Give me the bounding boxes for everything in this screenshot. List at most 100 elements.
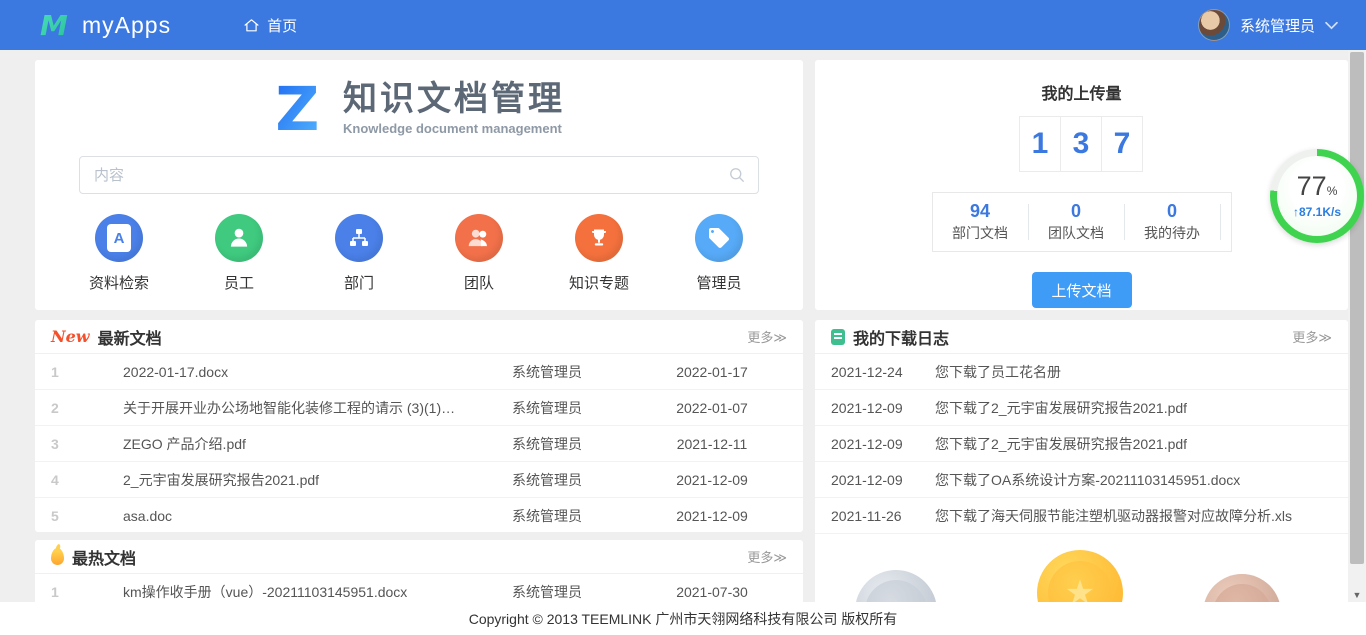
list-item[interactable]: 2021-12-24 您下载了员工花名册 [815, 354, 1348, 390]
nav-home-label: 首页 [267, 15, 297, 36]
list-item[interactable]: 2021-12-09 您下载了2_元宇宙发展研究报告2021.pdf [815, 390, 1348, 426]
log-date: 2021-12-09 [831, 472, 917, 488]
hot-docs-more-link[interactable]: 更多≫ [747, 547, 787, 566]
row-number: 1 [51, 364, 81, 380]
log-date: 2021-11-26 [831, 508, 917, 524]
vertical-scrollbar[interactable]: ▼ [1348, 50, 1366, 602]
download-log-card: 我的下载日志 更多≫ 2021-12-24 您下载了员工花名册 2021-12-… [815, 320, 1348, 530]
page-title: 知识文档管理 [343, 80, 565, 118]
doc-date: 2022-01-07 [637, 400, 787, 416]
doc-title[interactable]: ZEGO 产品介绍.pdf [123, 434, 457, 454]
log-text[interactable]: 您下载了2_元宇宙发展研究报告2021.pdf [935, 398, 1187, 418]
nav-home[interactable]: 首页 [233, 0, 307, 50]
doc-author: 系统管理员 [457, 582, 637, 602]
doc-author: 系统管理员 [457, 398, 637, 418]
stat-my-todos[interactable]: 0 我的待办 [1125, 201, 1220, 243]
stat-team-docs[interactable]: 0 团队文档 [1029, 201, 1124, 243]
upload-counter: 1 3 7 [815, 116, 1348, 172]
shortcut-team[interactable]: 团队 [431, 214, 527, 293]
doc-title[interactable]: asa.doc [123, 508, 457, 524]
latest-docs-more-link[interactable]: 更多≫ [747, 327, 787, 346]
footer: Copyright © 2013 TEEMLINK 广州市天翎网络科技有限公司 … [0, 602, 1366, 635]
table-row[interactable]: 5 asa.doc 系统管理员 2021-12-09 [35, 498, 803, 534]
stat-label: 部门文档 [933, 223, 1028, 243]
shortcut-doc-search[interactable]: A 资料检索 [71, 214, 167, 293]
user-menu[interactable]: 系统管理员 [1198, 9, 1338, 41]
counter-digit: 1 [1019, 116, 1061, 172]
table-row[interactable]: 3 ZEGO 产品介绍.pdf 系统管理员 2021-12-11 [35, 426, 803, 462]
doc-letter: A [107, 224, 131, 252]
stat-value: 0 [1125, 201, 1220, 221]
shortcut-employee[interactable]: 员工 [191, 214, 287, 293]
log-date: 2021-12-24 [831, 364, 917, 380]
doc-date: 2021-12-09 [637, 472, 787, 488]
department-icon [335, 214, 383, 262]
doc-date: 2021-07-30 [637, 584, 787, 600]
row-number: 3 [51, 436, 81, 452]
employee-icon [215, 214, 263, 262]
table-row[interactable]: 4 2_元宇宙发展研究报告2021.pdf 系统管理员 2021-12-09 [35, 462, 803, 498]
table-row[interactable]: 1 2022-01-17.docx 系统管理员 2022-01-17 [35, 354, 803, 390]
doc-author: 系统管理员 [457, 506, 637, 526]
stat-dept-docs[interactable]: 94 部门文档 [933, 201, 1028, 243]
doc-author: 系统管理员 [457, 470, 637, 490]
z-logo-icon: Z [273, 78, 329, 140]
knowledge-hero-card: Z 知识文档管理 Knowledge document management A… [35, 60, 803, 310]
doc-author: 系统管理员 [457, 362, 637, 382]
tag-icon [695, 214, 743, 262]
list-item[interactable]: 2021-11-26 您下载了海天伺服节能注塑机驱动器报警对应故障分析.xls [815, 498, 1348, 534]
user-avatar[interactable] [1198, 9, 1230, 41]
page-subtitle: Knowledge document management [343, 121, 565, 136]
team-icon [455, 214, 503, 262]
row-number: 1 [51, 584, 81, 600]
stat-value: 0 [1029, 201, 1124, 221]
home-icon [243, 17, 260, 34]
download-log-more-link[interactable]: 更多≫ [1292, 327, 1332, 346]
latest-docs-card: New 最新文档 更多≫ 1 2022-01-17.docx 系统管理员 202… [35, 320, 803, 532]
search-icon[interactable] [727, 165, 747, 185]
upload-progress-widget[interactable]: 77% ↑87.1K/s [1270, 149, 1364, 243]
shortcut-admin[interactable]: 管理员 [671, 214, 767, 293]
shortcut-label: 管理员 [671, 272, 767, 293]
table-row[interactable]: 2 关于开展开业办公场地智能化装修工程的请示 (3)(1).docx 系统管理员… [35, 390, 803, 426]
svg-text:M: M [40, 10, 68, 40]
list-item[interactable]: 2021-12-09 您下载了OA系统设计方案-20211103145951.d… [815, 462, 1348, 498]
shortcut-label: 资料检索 [71, 272, 167, 293]
shortcut-topics[interactable]: 知识专题 [551, 214, 647, 293]
log-text[interactable]: 您下载了海天伺服节能注塑机驱动器报警对应故障分析.xls [935, 506, 1292, 526]
scrollbar-thumb[interactable] [1350, 52, 1364, 564]
download-log-icon [831, 329, 845, 345]
upload-panel: 我的上传量 1 3 7 94 部门文档 0 团队文档 0 我的待办 上传文档 [815, 60, 1348, 310]
doc-title[interactable]: 2022-01-17.docx [123, 364, 457, 380]
log-text[interactable]: 您下载了员工花名册 [935, 362, 1061, 382]
counter-digit: 7 [1101, 116, 1143, 172]
doc-title[interactable]: 关于开展开业办公场地智能化装修工程的请示 (3)(1).docx [123, 398, 457, 418]
topbar: M myApps 首页 系统管理员 [0, 0, 1366, 50]
list-item[interactable]: 2021-12-09 您下载了2_元宇宙发展研究报告2021.pdf [815, 426, 1348, 462]
trophy-icon [575, 214, 623, 262]
chevron-down-icon[interactable] [1325, 21, 1338, 30]
svg-text:Z: Z [275, 78, 319, 140]
shortcut-label: 员工 [191, 272, 287, 293]
stat-label: 团队文档 [1029, 223, 1124, 243]
latest-docs-title: 最新文档 [98, 325, 162, 349]
stats-box: 94 部门文档 0 团队文档 0 我的待办 [932, 192, 1232, 252]
search-input[interactable] [79, 156, 759, 194]
stat-value: 94 [933, 201, 1028, 221]
doc-title[interactable]: km操作收手册（vue）-20211103145951.docx [123, 582, 457, 602]
shortcut-row: A 资料检索 员工 部门 [35, 194, 803, 293]
myapps-logo-icon: M [40, 10, 74, 40]
progress-percent: 77% [1297, 173, 1338, 204]
shortcut-label: 知识专题 [551, 272, 647, 293]
log-date: 2021-12-09 [831, 400, 917, 416]
doc-title[interactable]: 2_元宇宙发展研究报告2021.pdf [123, 470, 457, 490]
log-text[interactable]: 您下载了OA系统设计方案-20211103145951.docx [935, 470, 1240, 490]
upload-document-button[interactable]: 上传文档 [1032, 272, 1132, 308]
shortcut-department[interactable]: 部门 [311, 214, 407, 293]
flame-icon [51, 548, 64, 565]
brand[interactable]: M myApps [40, 10, 171, 40]
scrollbar-down-arrow-icon[interactable]: ▼ [1348, 590, 1366, 600]
upload-panel-title: 我的上传量 [815, 60, 1348, 104]
log-text[interactable]: 您下载了2_元宇宙发展研究报告2021.pdf [935, 434, 1187, 454]
stat-label: 我的待办 [1125, 223, 1220, 243]
